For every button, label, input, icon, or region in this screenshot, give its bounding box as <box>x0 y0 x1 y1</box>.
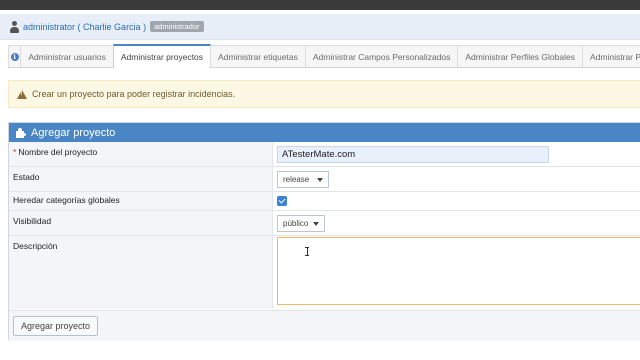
role-badge: administrador <box>150 21 204 32</box>
status-label: Estado <box>9 167 273 191</box>
alert-message: Crear un proyecto para poder registrar i… <box>32 89 236 99</box>
status-select[interactable]: release <box>277 171 330 188</box>
tab-manage-global-profiles[interactable]: Administrar Perfiles Globales <box>457 45 583 67</box>
tab-manage-custom-fields[interactable]: Administrar Campos Personalizados <box>304 45 459 67</box>
inherit-categories-cell <box>273 192 640 210</box>
panel-title: Agregar proyecto <box>31 126 116 139</box>
add-project-panel: Agregar proyecto * Nombre del proyecto AT… <box>8 122 640 341</box>
project-name-input[interactable]: ATesterMate.com <box>277 146 549 163</box>
username: administrator <box>23 21 76 32</box>
user-bar: administrator ( Charlie Garcia ) adminis… <box>0 14 640 40</box>
user-link[interactable]: administrator ( Charlie Garcia ) <box>23 22 146 32</box>
tab-manage-tags[interactable]: Administrar etiquetas <box>210 45 306 67</box>
row-project-name: * Nombre del proyecto ATesterMate.com <box>9 142 640 167</box>
inherit-categories-label: Heredar categorías globales <box>9 192 273 210</box>
description-label: Descripción <box>9 236 273 309</box>
warning-icon <box>17 89 27 99</box>
tab-info[interactable]: i <box>8 45 22 67</box>
puzzle-icon <box>16 127 26 138</box>
inherit-categories-checkbox[interactable] <box>277 196 287 206</box>
row-inherit-categories: Heredar categorías globales <box>9 192 640 211</box>
status-cell: release <box>273 167 640 191</box>
tab-manage-projects[interactable]: Administrar proyectos <box>112 44 212 68</box>
add-project-button[interactable]: Agregar proyecto <box>13 316 99 336</box>
tab-manage-users[interactable]: Administrar usuarios <box>20 45 114 67</box>
description-cell <box>273 236 640 309</box>
panel-footer: Agregar proyecto <box>9 310 640 341</box>
row-description: Descripción <box>9 236 640 309</box>
description-textarea[interactable] <box>277 237 640 305</box>
project-name-label-text: Nombre del proyecto <box>18 147 98 157</box>
project-name-label: * Nombre del proyecto <box>9 142 273 166</box>
required-mark: * <box>13 147 17 157</box>
visibility-label: Visibilidad <box>9 211 273 235</box>
user-realname: ( Charlie Garcia ) <box>77 21 147 32</box>
top-bar <box>0 0 640 10</box>
info-icon: i <box>10 52 19 61</box>
text-cursor-icon <box>305 247 309 256</box>
chevron-down-icon <box>317 177 324 182</box>
panel-header: Agregar proyecto <box>9 123 640 142</box>
status-selected-value: release <box>283 175 310 184</box>
project-name-cell: ATesterMate.com <box>273 142 640 166</box>
visibility-cell: público <box>273 211 640 235</box>
admin-tabs: i Administrar usuarios Administrar proye… <box>8 44 640 68</box>
visibility-selected-value: público <box>283 219 309 228</box>
row-status: Estado release <box>9 167 640 192</box>
user-icon <box>9 20 20 33</box>
tab-manage-plugins[interactable]: Administrar P <box>581 45 640 67</box>
row-visibility: Visibilidad público <box>9 211 640 236</box>
visibility-select[interactable]: público <box>277 215 326 232</box>
warning-alert: Crear un proyecto para poder registrar i… <box>8 80 640 108</box>
chevron-down-icon <box>313 221 320 226</box>
